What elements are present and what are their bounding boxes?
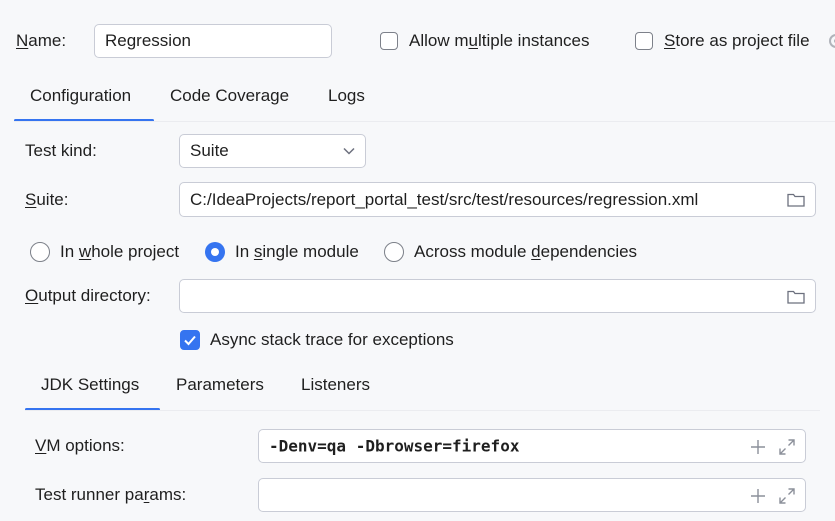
single-module-radio[interactable] (205, 242, 225, 262)
allow-multiple-instances-checkbox[interactable] (380, 32, 398, 50)
output-directory-field[interactable] (179, 279, 816, 313)
tab-code-coverage[interactable]: Code Coverage (170, 86, 289, 106)
store-as-project-file-checkbox[interactable] (635, 32, 653, 50)
expand-icon[interactable] (778, 438, 796, 456)
name-label: Name: (16, 31, 67, 50)
subtabs-divider (25, 410, 820, 411)
across-module-dependencies-radio[interactable] (384, 242, 404, 262)
suite-label: Suite: (25, 190, 69, 209)
tab-parameters[interactable]: Parameters (176, 375, 264, 395)
folder-icon[interactable] (787, 289, 805, 304)
expand-icon[interactable] (778, 487, 796, 505)
test-runner-params-label: Test runner params: (35, 485, 187, 504)
checkmark-icon (183, 335, 196, 345)
async-stack-trace-checkbox[interactable] (180, 330, 200, 350)
folder-icon[interactable] (787, 192, 805, 207)
whole-project-radio[interactable] (30, 242, 50, 262)
across-module-dependencies-label: Across module dependencies (414, 242, 638, 261)
test-kind-value: Suite (190, 141, 229, 160)
vm-options-field[interactable]: -Denv=qa -Dbrowser=firefox (258, 429, 806, 463)
tab-logs[interactable]: Logs (328, 86, 365, 106)
whole-project-label: In whole project (60, 242, 180, 261)
store-as-project-file-label: Store as project file (664, 31, 810, 50)
test-kind-label: Test kind: (25, 141, 97, 160)
tab-listeners[interactable]: Listeners (301, 375, 370, 395)
plus-icon[interactable] (750, 439, 766, 455)
gear-icon[interactable] (826, 31, 835, 51)
name-input[interactable]: Regression (94, 24, 332, 58)
vm-options-label: VM options: (35, 436, 125, 455)
chevron-down-icon (343, 147, 355, 155)
test-runner-params-field[interactable] (258, 478, 806, 512)
suite-path-value: C:/IdeaProjects/report_portal_test/src/t… (190, 189, 699, 209)
plus-icon[interactable] (750, 488, 766, 504)
output-directory-label: Output directory: (25, 286, 151, 305)
allow-multiple-instances-label: Allow multiple instances (409, 31, 590, 50)
tabs-divider (14, 121, 835, 122)
tab-jdk-settings[interactable]: JDK Settings (41, 375, 139, 395)
name-input-value: Regression (105, 31, 191, 50)
single-module-label: In single module (235, 242, 359, 261)
suite-path-field[interactable]: C:/IdeaProjects/report_portal_test/src/t… (179, 182, 816, 217)
tab-configuration[interactable]: Configuration (30, 86, 131, 106)
test-kind-select[interactable]: Suite (179, 134, 366, 168)
vm-options-value: -Denv=qa -Dbrowser=firefox (269, 436, 520, 456)
async-stack-trace-label: Async stack trace for exceptions (210, 330, 454, 349)
